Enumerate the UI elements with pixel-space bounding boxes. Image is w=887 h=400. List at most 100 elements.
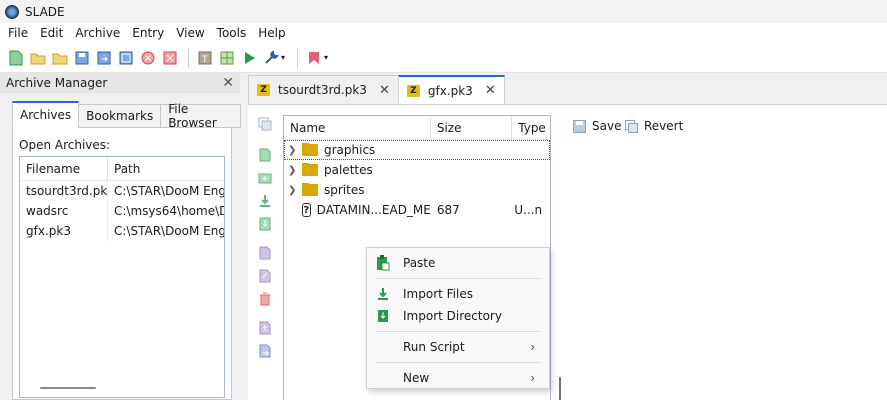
- menu-help[interactable]: Help: [252, 23, 291, 43]
- chevron-right-icon[interactable]: ❯: [288, 145, 302, 156]
- list-item[interactable]: ? DATAMIN...EAD_ME 687 U...n: [284, 200, 550, 220]
- paste-icon: [375, 255, 391, 271]
- tab-label: tsourdt3rd.pk3: [278, 83, 367, 97]
- rename-icon[interactable]: [256, 244, 274, 262]
- list-item[interactable]: ❯ sprites: [284, 180, 550, 200]
- delete-icon[interactable]: [256, 290, 274, 308]
- entry-side-toolbar: [256, 115, 278, 365]
- new-archive-icon[interactable]: [6, 48, 26, 68]
- menu-separator: [375, 278, 541, 279]
- new-entry-icon[interactable]: [256, 146, 274, 164]
- column-header-size[interactable]: Size: [431, 116, 513, 139]
- menu-file[interactable]: File: [2, 23, 34, 43]
- close-icon[interactable]: ✕: [222, 75, 234, 91]
- bookmark-icon[interactable]: [304, 48, 324, 68]
- export-as-icon[interactable]: [256, 342, 274, 360]
- menu-item-label: Import Directory: [403, 309, 502, 323]
- column-header-path[interactable]: Path: [108, 157, 224, 180]
- import-files-icon: [375, 286, 391, 302]
- close-icon[interactable]: ✕: [379, 83, 390, 98]
- list-item[interactable]: ❯ graphics: [284, 140, 550, 160]
- menu-item-new[interactable]: New ›: [367, 367, 549, 389]
- open-archives-list[interactable]: Filename Path tsourdt3rd.pk3 C:\STAR\Doo…: [19, 156, 225, 398]
- archive-path: C:\STAR\DooM Engin: [114, 224, 224, 238]
- entry-size: 687: [436, 203, 460, 217]
- archive-workspace: Name Size Type ❯ graphics ❯ palettes ❯ s…: [248, 104, 887, 400]
- svg-text:T: T: [201, 55, 208, 65]
- entry-name: DATAMIN...EAD_ME: [316, 203, 431, 217]
- close-archive-icon[interactable]: [138, 48, 158, 68]
- bookmark-dropdown-chevron-icon[interactable]: ▾: [324, 53, 328, 62]
- save-icon: [572, 119, 586, 133]
- tab-bookmarks[interactable]: Bookmarks: [78, 104, 162, 128]
- list-item[interactable]: ❯ palettes: [284, 160, 550, 180]
- tab-gfx-pk3[interactable]: Z gfx.pk3 ✕: [397, 75, 505, 105]
- archive-filename: tsourdt3rd.pk3: [20, 181, 108, 201]
- save-button[interactable]: Save: [572, 119, 621, 133]
- save-all-icon[interactable]: [116, 48, 136, 68]
- menu-tools[interactable]: Tools: [211, 23, 253, 43]
- chevron-right-icon[interactable]: ❯: [288, 185, 302, 196]
- tools-dropdown-chevron-icon[interactable]: ▾: [281, 53, 285, 62]
- open-folder-icon[interactable]: [50, 48, 70, 68]
- new-directory-icon[interactable]: [256, 169, 274, 187]
- import-files-icon[interactable]: [256, 192, 274, 210]
- entry-type: U...n: [514, 203, 543, 217]
- menu-item-label: Import Files: [403, 287, 473, 301]
- splitter-handle[interactable]: [559, 377, 561, 400]
- revert-icon: [624, 119, 638, 133]
- horizontal-scrollbar[interactable]: [40, 387, 96, 389]
- menu-item-paste[interactable]: Paste: [367, 252, 549, 274]
- save-icon[interactable]: [72, 48, 92, 68]
- rename-each-icon[interactable]: [256, 267, 274, 285]
- save-as-icon[interactable]: [94, 48, 114, 68]
- menu-item-import-directory[interactable]: Import Directory: [367, 305, 549, 327]
- folder-icon: [302, 183, 318, 196]
- run-icon[interactable]: [239, 48, 259, 68]
- texture-editor-icon[interactable]: T: [195, 48, 215, 68]
- new-folder-icon[interactable]: [28, 48, 48, 68]
- column-header-type[interactable]: Type: [512, 116, 550, 139]
- entry-list-header: Name Size Type: [284, 116, 550, 140]
- copy-icon[interactable]: [256, 115, 274, 133]
- archive-path: C:\STAR\DooM Engin: [114, 184, 224, 198]
- table-row[interactable]: tsourdt3rd.pk3 C:\STAR\DooM Engin: [20, 181, 224, 201]
- tab-tsourdt3rd-pk3[interactable]: Z tsourdt3rd.pk3 ✕: [248, 75, 399, 105]
- chevron-right-icon: ›: [530, 371, 535, 385]
- menu-view[interactable]: View: [170, 23, 210, 43]
- menu-item-run-script[interactable]: Run Script ›: [367, 336, 549, 358]
- pk3-archive-icon: Z: [406, 84, 420, 97]
- tab-file-browser[interactable]: File Browser: [160, 102, 241, 130]
- main-toolbar: T ▾ ▾: [0, 43, 887, 73]
- chevron-right-icon[interactable]: ❯: [288, 165, 302, 176]
- archive-filename: gfx.pk3: [20, 221, 108, 241]
- save-label: Save: [592, 119, 622, 133]
- pk3-archive-icon: Z: [257, 84, 270, 96]
- revert-button[interactable]: Revert: [624, 119, 683, 133]
- toolbar-separator: [297, 47, 299, 68]
- table-row[interactable]: gfx.pk3 C:\STAR\DooM Engin: [20, 221, 224, 241]
- tab-archives[interactable]: Archives: [12, 101, 80, 128]
- tools-wrench-icon[interactable]: [261, 48, 281, 68]
- menu-separator: [375, 362, 541, 363]
- close-all-icon[interactable]: [160, 48, 180, 68]
- title-bar: SLADE: [0, 0, 887, 23]
- import-directory-icon[interactable]: [256, 215, 274, 233]
- table-row[interactable]: wadsrc C:\msys64\home\Dr: [20, 201, 224, 221]
- column-header-name[interactable]: Name: [284, 116, 431, 139]
- archive-tabs: Z tsourdt3rd.pk3 ✕ Z gfx.pk3 ✕: [248, 75, 505, 105]
- menu-entry[interactable]: Entry: [126, 23, 170, 43]
- archive-manager-panel: Archive Manager ✕ Archives Bookmarks Fil…: [0, 73, 241, 400]
- export-icon[interactable]: [256, 319, 274, 337]
- unknown-file-icon: ?: [302, 203, 311, 217]
- map-editor-icon[interactable]: [217, 48, 237, 68]
- column-header-filename[interactable]: Filename: [20, 157, 108, 180]
- menu-edit[interactable]: Edit: [34, 23, 69, 43]
- archive-manager-title: Archive Manager: [6, 76, 108, 90]
- menu-item-import-files[interactable]: Import Files: [367, 283, 549, 305]
- close-icon[interactable]: ✕: [485, 83, 496, 98]
- menu-archive[interactable]: Archive: [69, 23, 126, 43]
- archive-filename: wadsrc: [20, 201, 108, 221]
- revert-label: Revert: [644, 119, 684, 133]
